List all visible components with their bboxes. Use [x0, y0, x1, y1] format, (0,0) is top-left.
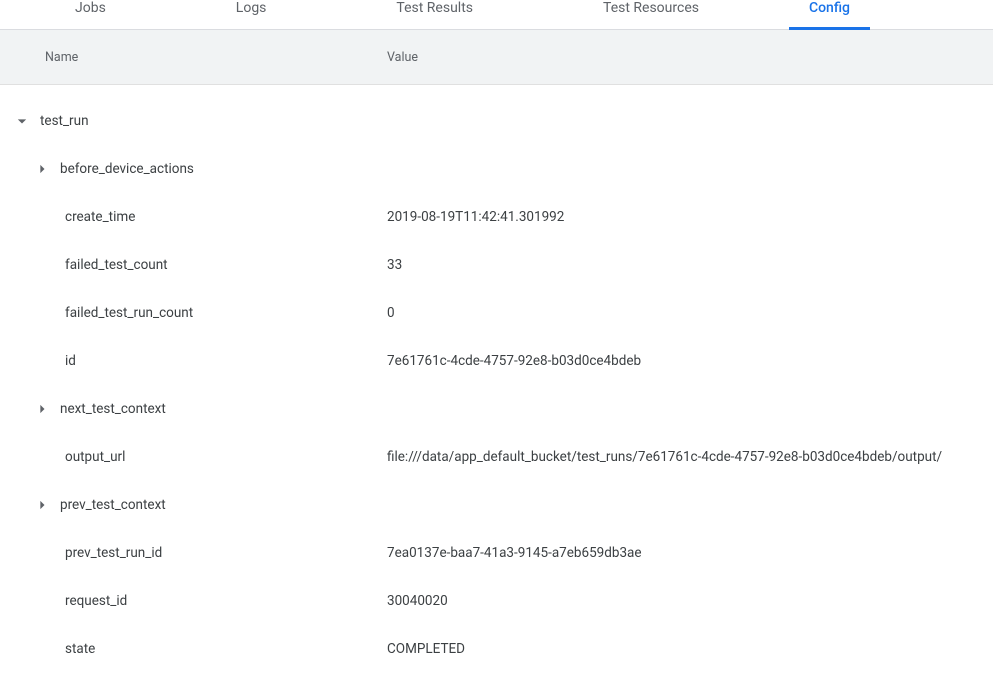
table-header: Name Value: [0, 30, 993, 85]
tree-leaf-value: 0: [387, 305, 993, 321]
tab-test-results[interactable]: Test Results: [376, 0, 493, 30]
tree-node-label: prev_test_context: [54, 497, 166, 513]
tree-leaf-prev-test-run-id: prev_test_run_id 7ea0137e-baa7-41a3-9145…: [0, 529, 993, 577]
tab-label: Test Results: [396, 0, 473, 16]
tree-leaf-value: 33: [387, 257, 993, 273]
tree-node-next-test-context[interactable]: next_test_context: [0, 385, 993, 433]
tree-leaf-id: id 7e61761c-4cde-4757-92e8-b03d0ce4bdeb: [0, 337, 993, 385]
column-header-name: Name: [0, 50, 387, 65]
tree-leaf-value: 7e61761c-4cde-4757-92e8-b03d0ce4bdeb: [387, 353, 993, 369]
tree-leaf-state: state COMPLETED: [0, 625, 993, 673]
chevron-right-icon[interactable]: [30, 399, 54, 419]
tree-node-test-run[interactable]: test_run: [0, 97, 993, 145]
tab-label: Config: [809, 0, 850, 16]
tab-label: Test Resources: [603, 0, 699, 16]
tree-leaf-label: request_id: [65, 593, 127, 609]
tree-leaf-request-id: request_id 30040020: [0, 577, 993, 625]
tree-leaf-value: 7ea0137e-baa7-41a3-9145-a7eb659db3ae: [387, 545, 993, 561]
tree-leaf-value: 2019-08-19T11:42:41.301992: [387, 209, 993, 225]
tree-leaf-label: failed_test_count: [65, 257, 168, 273]
tree-leaf-failed-test-count: failed_test_count 33: [0, 241, 993, 289]
config-tree: test_run before_device_actions create_ti…: [0, 85, 993, 683]
tree-leaf-failed-test-run-count: failed_test_run_count 0: [0, 289, 993, 337]
tree-leaf-label: create_time: [65, 209, 135, 225]
tree-leaf-value: 30040020: [387, 593, 993, 609]
tree-node-label: before_device_actions: [54, 161, 194, 177]
tree-leaf-label: prev_test_run_id: [65, 545, 162, 561]
tree-leaf-output-url: output_url file:///data/app_default_buck…: [0, 433, 993, 481]
tab-config[interactable]: Config: [789, 0, 870, 30]
chevron-down-icon[interactable]: [10, 111, 34, 131]
tree-node-prev-test-context[interactable]: prev_test_context: [0, 481, 993, 529]
chevron-right-icon[interactable]: [30, 159, 54, 179]
tree-node-label: next_test_context: [54, 401, 166, 417]
column-header-value: Value: [387, 50, 993, 65]
chevron-right-icon[interactable]: [30, 495, 54, 515]
tab-test-resources[interactable]: Test Resources: [583, 0, 719, 30]
tab-label: Jobs: [75, 0, 106, 16]
tree-leaf-create-time: create_time 2019-08-19T11:42:41.301992: [0, 193, 993, 241]
tab-jobs[interactable]: Jobs: [55, 0, 126, 30]
tree-node-before-device-actions[interactable]: before_device_actions: [0, 145, 993, 193]
tree-leaf-value: file:///data/app_default_bucket/test_run…: [387, 449, 993, 465]
tree-leaf-label: output_url: [65, 449, 125, 465]
tree-leaf-label: state: [65, 641, 95, 657]
tree-leaf-label: id: [65, 353, 76, 369]
tab-bar: Jobs Logs Test Results Test Resources Co…: [0, 0, 993, 30]
tab-logs[interactable]: Logs: [216, 0, 287, 30]
tree-leaf-label: failed_test_run_count: [65, 305, 193, 321]
tree-leaf-value: COMPLETED: [387, 641, 993, 657]
tab-label: Logs: [236, 0, 267, 16]
tree-node-label: test_run: [34, 113, 89, 129]
